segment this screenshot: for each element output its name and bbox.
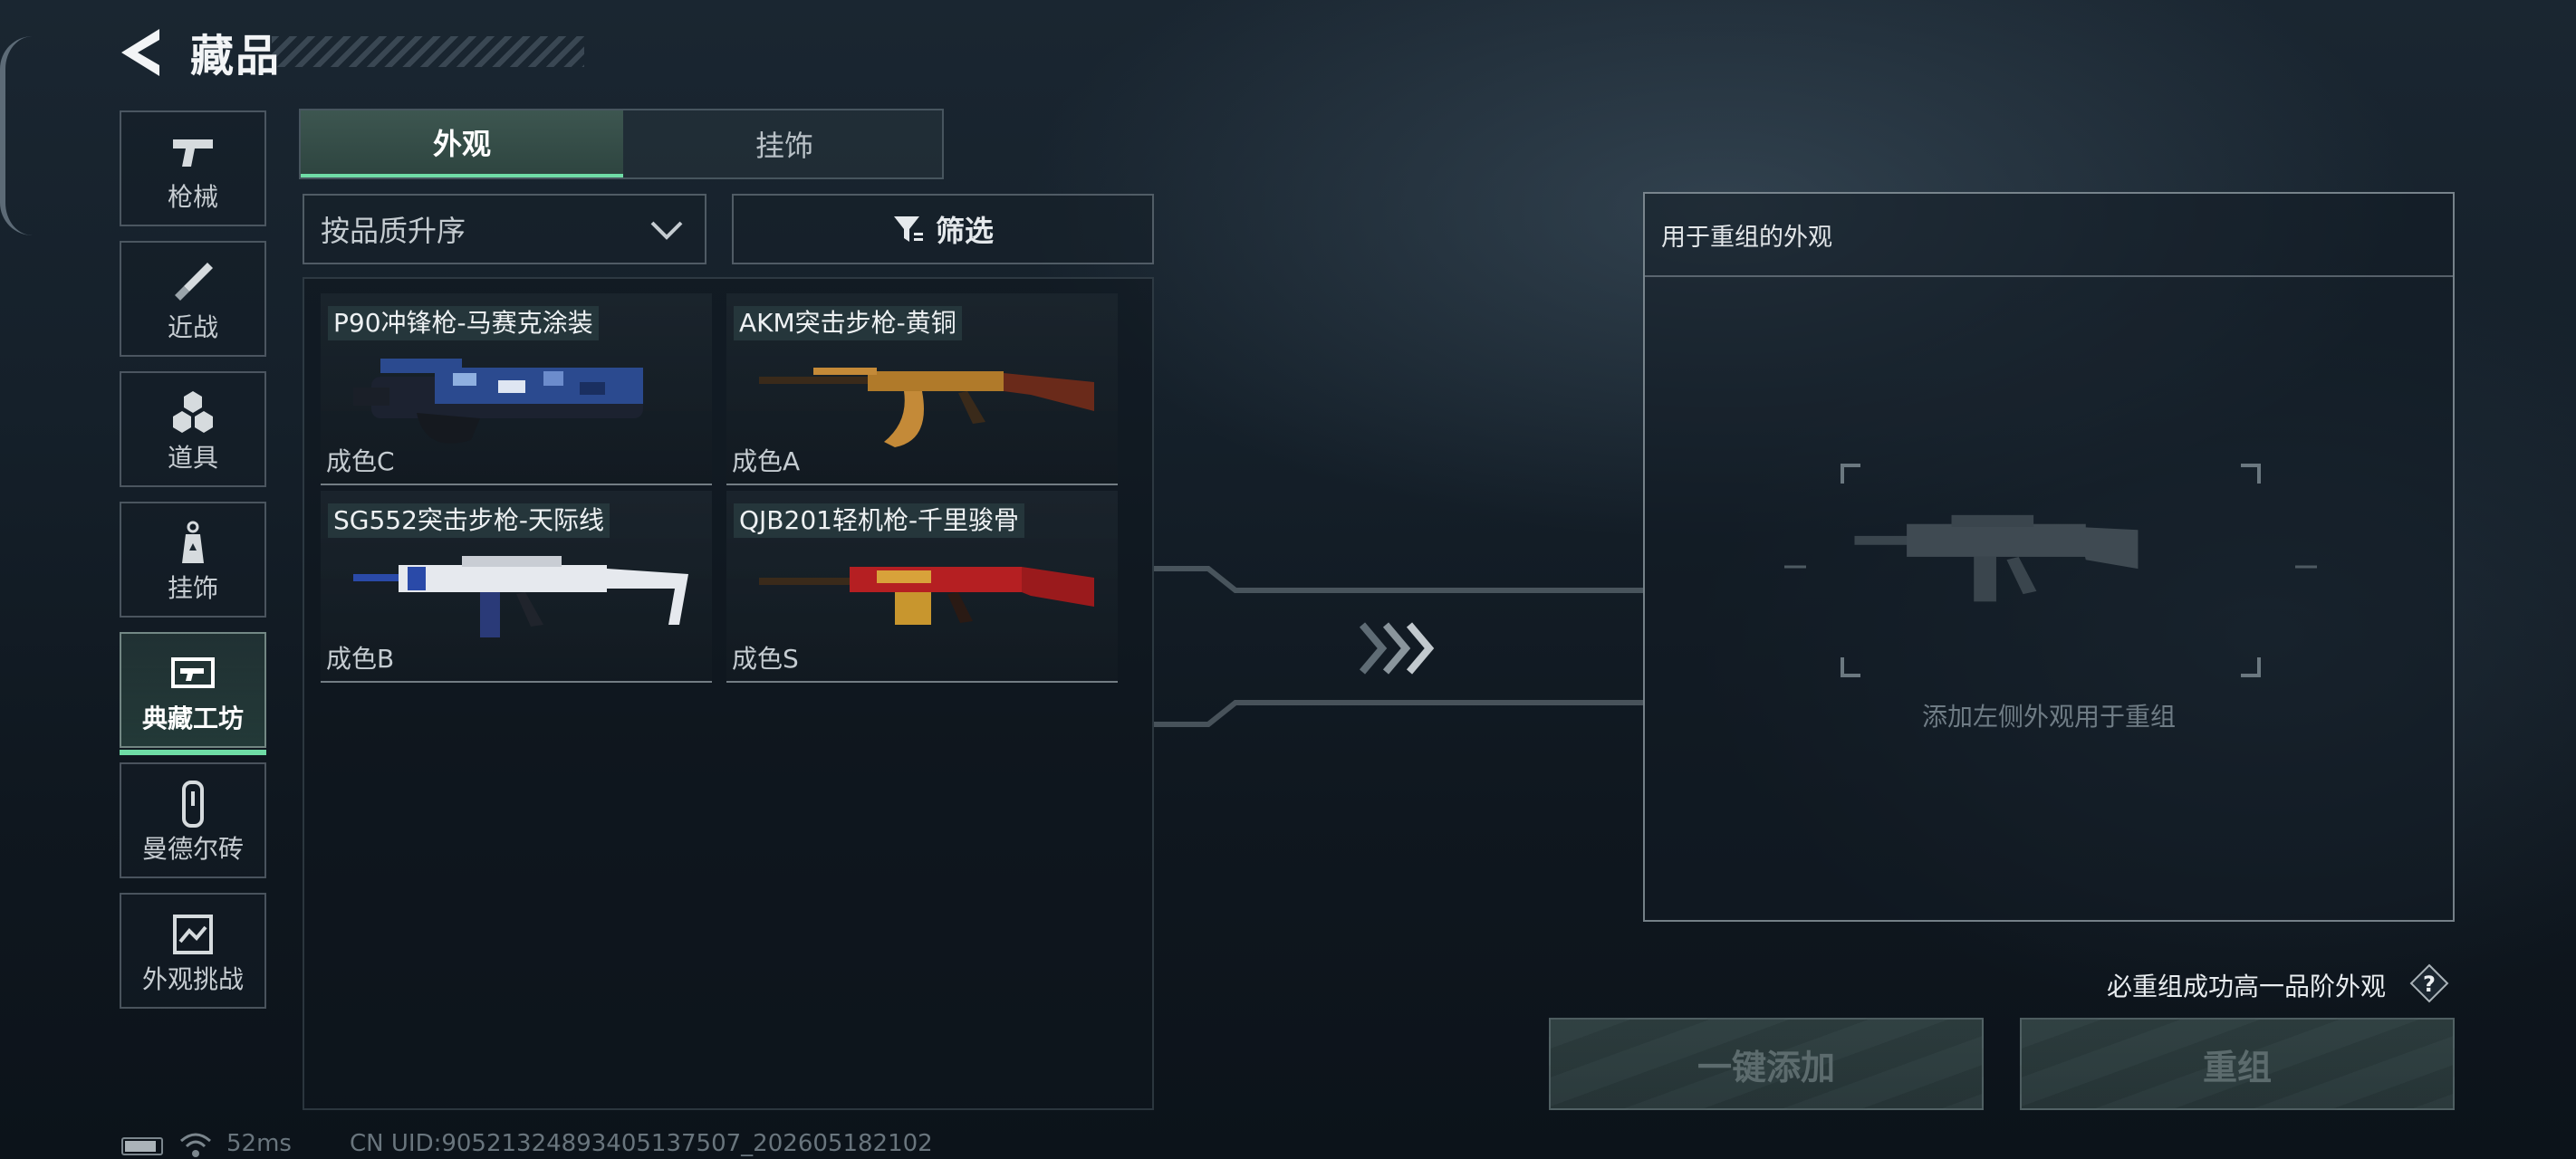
skin-grade: 成色C <box>326 446 395 476</box>
sidebar-item-workshop[interactable]: 典藏工坊 <box>120 632 266 755</box>
screen-edge-arc <box>0 36 33 235</box>
qjb201-gun-icon <box>759 567 1094 625</box>
pistol-icon <box>173 139 213 167</box>
recombine-panel-title: 用于重组的外观 <box>1645 194 2453 277</box>
sidebar-item-label: 道具 <box>167 443 218 473</box>
filter-icon <box>893 216 923 242</box>
uid-text: CN UID:90521324893405137507_202605182102 <box>350 1130 933 1157</box>
page-title: 藏品 <box>190 31 282 81</box>
rifle-placeholder-icon <box>1854 514 2139 602</box>
sidebar-item-guns[interactable]: 枪械 <box>120 110 266 226</box>
tab-charms[interactable]: 挂饰 <box>625 110 944 177</box>
skin-grade: 成色B <box>326 644 395 674</box>
svg-text:?: ? <box>2423 972 2436 997</box>
skin-name: AKM突击步枪-黄铜 <box>734 306 962 340</box>
skin-list-panel: P90冲锋枪-马赛克涂装 成色C AKM突击步枪-黄铜 成色A SG552突击步… <box>303 277 1154 1110</box>
skin-grade: 成色S <box>732 644 799 674</box>
tab-appearance[interactable]: 外观 <box>301 110 623 177</box>
sidebar-item-label: 近战 <box>167 312 218 342</box>
ping-text: 52ms <box>226 1130 292 1157</box>
help-icon[interactable]: ? <box>2409 963 2449 1003</box>
skin-card[interactable]: SG552突击步枪-天际线 成色B <box>321 491 712 683</box>
back-arrow-icon <box>121 29 159 76</box>
challenge-icon <box>173 915 213 954</box>
title-decoration <box>272 36 584 67</box>
add-skin-hint: 添加左侧外观用于重组 <box>1921 702 2176 732</box>
guarantee-text: 必重组成功高一品阶外观 <box>2107 972 2387 1001</box>
skin-card[interactable]: P90冲锋枪-马赛克涂装 成色C <box>321 293 712 485</box>
recombine-button[interactable]: 重组 <box>2020 1018 2455 1110</box>
charm-icon <box>182 521 204 563</box>
skin-name: QJB201轻机枪-千里骏骨 <box>734 503 1025 538</box>
skin-name: P90冲锋枪-马赛克涂装 <box>328 306 599 340</box>
sidebar-item-label: 挂饰 <box>167 573 218 603</box>
grenades-icon <box>173 391 213 433</box>
sort-dropdown[interactable]: 按品质升序 <box>303 194 706 264</box>
sidebar-item-props[interactable]: 道具 <box>120 371 266 487</box>
skin-card[interactable]: QJB201轻机枪-千里骏骨 成色S <box>726 491 1118 683</box>
chevron-down-icon <box>650 221 683 240</box>
sidebar-item-mandel-brick[interactable]: 曼德尔砖 <box>120 762 266 878</box>
sidebar-item-label: 枪械 <box>167 182 218 212</box>
skin-name: SG552突击步枪-天际线 <box>328 503 610 538</box>
chevron-right-icon <box>1359 622 1435 675</box>
sg552-gun-icon <box>353 556 688 637</box>
sidebar-item-charms[interactable]: 挂饰 <box>120 502 266 618</box>
skin-card[interactable]: AKM突击步枪-黄铜 成色A <box>726 293 1118 485</box>
filter-label: 筛选 <box>935 214 994 248</box>
sidebar-item-label: 外观挑战 <box>141 964 244 994</box>
workshop-icon <box>171 657 215 688</box>
filter-button[interactable]: 筛选 <box>732 194 1154 264</box>
sort-selected-label: 按品质升序 <box>321 214 466 248</box>
sidebar-item-appearance-challenge[interactable]: 外观挑战 <box>120 893 266 1009</box>
p90-gun-icon <box>353 359 643 444</box>
wifi-icon <box>180 1133 211 1157</box>
knife-icon <box>175 263 213 301</box>
add-all-button[interactable]: 一键添加 <box>1549 1018 1984 1110</box>
back-button[interactable] <box>116 25 167 80</box>
sidebar-item-label: 曼德尔砖 <box>141 834 244 864</box>
battery-icon <box>121 1137 163 1155</box>
sidebar-item-label: 典藏工坊 <box>141 704 244 733</box>
skin-grade: 成色A <box>732 446 801 476</box>
brick-icon <box>182 781 204 828</box>
akm-gun-icon <box>759 368 1094 447</box>
sidebar-item-melee[interactable]: 近战 <box>120 241 266 357</box>
tab-bar: 外观 挂饰 <box>299 109 944 179</box>
recombine-panel: 用于重组的外观 添加左侧外观用于重组 <box>1643 192 2455 922</box>
